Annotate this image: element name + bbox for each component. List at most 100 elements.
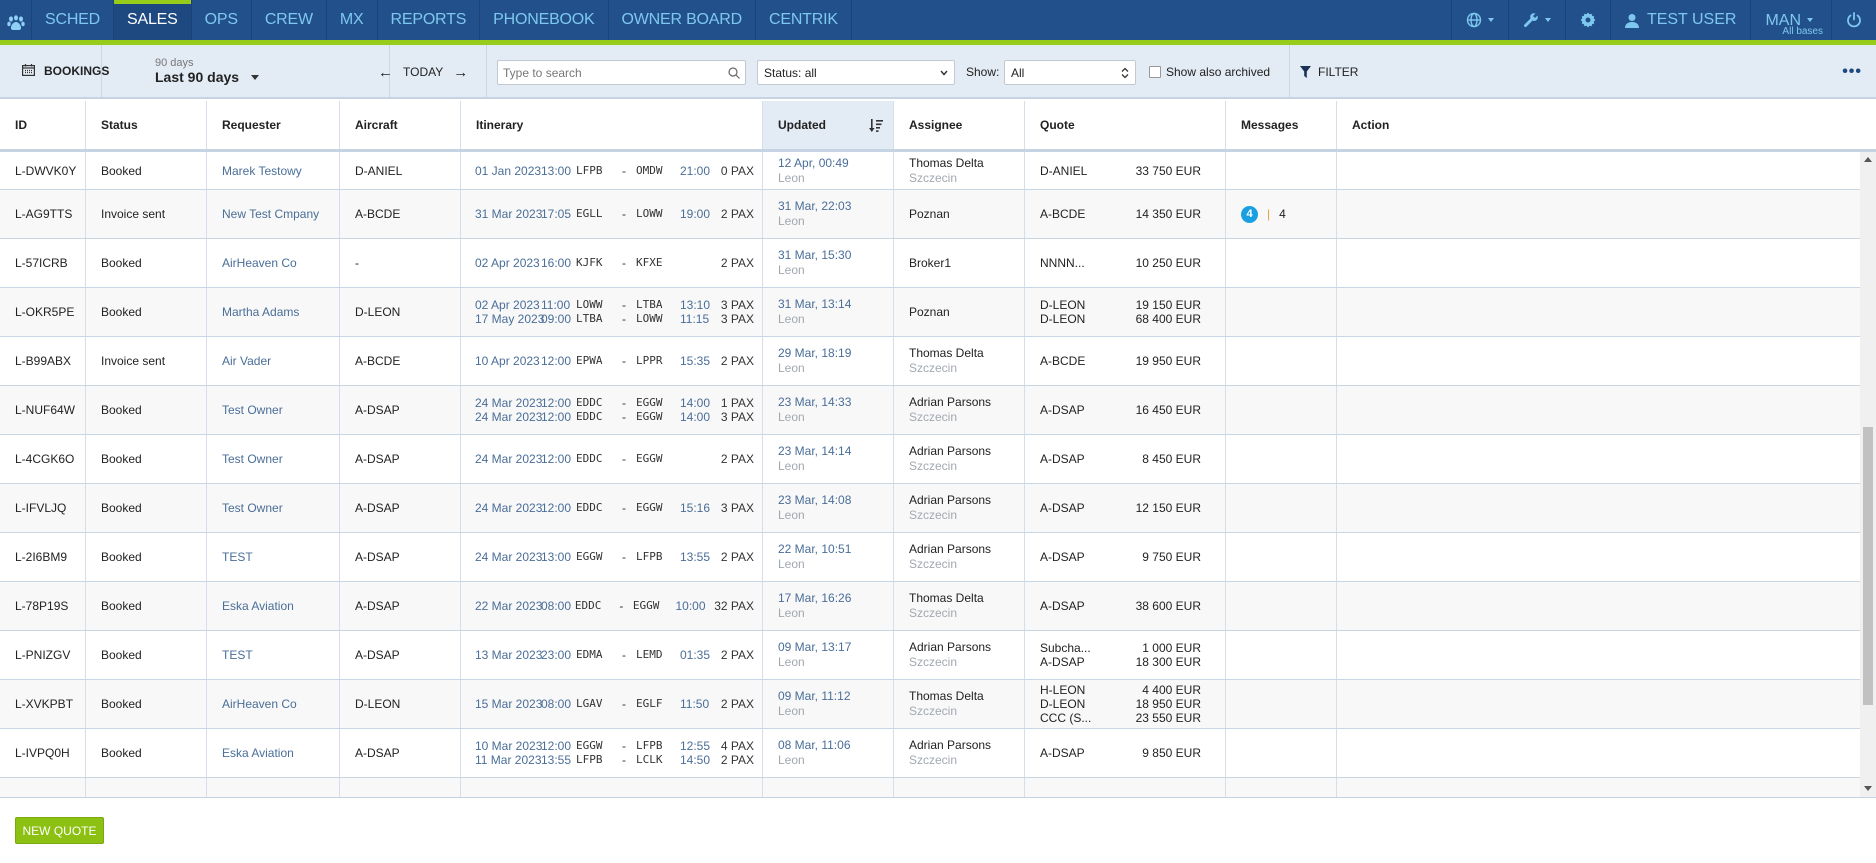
today-button[interactable]: TODAY (403, 65, 443, 79)
table-row[interactable]: L-78P19S Booked Eska Aviation A-DSAP 22 Mar … (0, 582, 1860, 631)
quote[interactable]: D-ANIEL 33 750 EUR (1025, 152, 1226, 189)
quote[interactable]: A-DSAP 9 750 EUR (1025, 533, 1226, 581)
table-row[interactable]: L-IFVLJQ Booked Test Owner A-DSAP 24 Mar 202… (0, 484, 1860, 533)
requester-link[interactable]: Martha Adams (207, 288, 340, 336)
table-row[interactable]: L-2I6BM9 Booked TEST A-DSAP 24 Mar 2023 13:00… (0, 533, 1860, 582)
table-row[interactable]: L-IVPQ0H Booked Eska Aviation A-DSAP 10 Mar … (0, 729, 1860, 778)
requester-link[interactable]: Marek Testowy (207, 152, 340, 189)
language-menu[interactable] (1450, 0, 1508, 40)
table-row[interactable]: L-DWVK0Y Booked Marek Testowy D-ANIEL 01 Jan… (0, 152, 1860, 190)
requester-link[interactable]: Test Owner (207, 386, 340, 434)
scroll-down-arrow-icon[interactable] (1864, 786, 1872, 791)
column-header-messages[interactable]: Messages (1226, 101, 1337, 149)
new-quote-button[interactable]: NEW QUOTE (15, 817, 104, 844)
quote[interactable]: A-BCDE 19 950 EUR (1025, 337, 1226, 385)
aircraft: D-ANIEL (340, 152, 461, 189)
column-header-quote[interactable]: Quote (1025, 101, 1226, 149)
table-row[interactable]: L-AG9TTS Invoice sent New Test Cmpany A-BCD… (0, 190, 1860, 239)
messages[interactable]: 4 | 4 (1226, 190, 1337, 238)
tools-menu[interactable] (1507, 0, 1565, 40)
quote[interactable]: H-LEON 4 400 EUR D-LEON 18 950 EUR CCC (S...… (1025, 680, 1226, 728)
nav-item-mx[interactable]: MX (327, 0, 378, 40)
requester-link[interactable]: Test Owner (207, 435, 340, 483)
period-selector[interactable]: 90 days Last 90 days (102, 45, 390, 97)
quote[interactable]: A-DSAP23 400 PLN (1025, 778, 1226, 797)
search-input[interactable] (503, 65, 728, 80)
settings-button[interactable] (1564, 0, 1610, 40)
messages[interactable] (1226, 582, 1337, 630)
messages[interactable] (1226, 435, 1337, 483)
messages[interactable] (1226, 729, 1337, 777)
messages[interactable] (1226, 386, 1337, 434)
requester-link[interactable]: TEST (207, 533, 340, 581)
column-header-aircraft[interactable]: Aircraft (340, 101, 461, 149)
nav-item-sched[interactable]: SCHED (32, 0, 115, 40)
requester-link[interactable]: Air Vader (207, 337, 340, 385)
vertical-scrollbar[interactable] (1860, 152, 1876, 797)
more-options-button[interactable]: ••• (1842, 45, 1862, 99)
nav-item-ops[interactable]: OPS (192, 0, 252, 40)
show-select[interactable]: All (1004, 60, 1136, 85)
quote[interactable]: A-DSAP 9 850 EUR (1025, 729, 1226, 777)
arrow-right-icon[interactable]: → (453, 64, 468, 81)
requester-link[interactable]: AirHeaven Co (207, 239, 340, 287)
nav-item-sales[interactable]: SALES (114, 0, 192, 40)
filter-button[interactable]: FILTER (1300, 45, 1358, 99)
requester-link[interactable]: Eska Aviation (207, 729, 340, 777)
table-row[interactable]: L-NUF64W Booked Test Owner A-DSAP 24 Mar 202… (0, 386, 1860, 435)
quote[interactable]: Subcha... 1 000 EUR A-DSAP 18 300 EUR (1025, 631, 1226, 679)
requester-link[interactable]: Test Owner (207, 484, 340, 532)
user-menu[interactable]: TEST USER (1609, 0, 1751, 40)
home-logo[interactable] (0, 0, 32, 45)
nav-item-owner-board[interactable]: OWNER BOARD (609, 0, 756, 40)
messages[interactable] (1226, 484, 1337, 532)
table-row[interactable]: L-B99ABX Invoice sent Air Vader A-BCDE 10 Ap… (0, 337, 1860, 386)
table-row[interactable]: L-XVKPBT Booked AirHeaven Co D-LEON 15 Mar 2… (0, 680, 1860, 729)
table-row[interactable]: 12 Mar 202308:00EPWA-EGGW10:453 PAX07 Ma… (0, 778, 1860, 797)
messages[interactable] (1226, 337, 1337, 385)
search-box[interactable] (497, 60, 746, 85)
messages[interactable] (1226, 152, 1337, 189)
column-header-updated[interactable]: Updated (763, 101, 894, 149)
quote[interactable]: A-DSAP 12 150 EUR (1025, 484, 1226, 532)
column-header-itinerary[interactable]: Itinerary (461, 101, 763, 149)
requester-link[interactable]: AirHeaven Co (207, 680, 340, 728)
table-row[interactable]: L-4CGK6O Booked Test Owner A-DSAP 24 Mar 202… (0, 435, 1860, 484)
messages[interactable] (1226, 533, 1337, 581)
nav-item-reports[interactable]: REPORTS (378, 0, 481, 40)
requester-link[interactable] (207, 778, 340, 797)
column-header-id[interactable]: ID (0, 101, 86, 149)
requester-link[interactable]: TEST (207, 631, 340, 679)
requester-link[interactable]: New Test Cmpany (207, 190, 340, 238)
table-row[interactable]: L-OKR5PE Booked Martha Adams D-LEON 02 Apr 2… (0, 288, 1860, 337)
quote[interactable]: D-LEON 19 150 EUR D-LEON 68 400 EUR (1025, 288, 1226, 336)
quote[interactable]: A-DSAP 38 600 EUR (1025, 582, 1226, 630)
table-row[interactable]: L-57ICRB Booked AirHeaven Co -02 Apr 2023 16… (0, 239, 1860, 288)
nav-item-crew[interactable]: CREW (252, 0, 327, 40)
column-header-assignee[interactable]: Assignee (894, 101, 1025, 149)
messages[interactable] (1226, 631, 1337, 679)
logout-button[interactable] (1831, 0, 1876, 40)
requester-link[interactable]: Eska Aviation (207, 582, 340, 630)
messages[interactable] (1226, 778, 1337, 797)
quote[interactable]: A-BCDE 14 350 EUR (1025, 190, 1226, 238)
scrollbar-thumb[interactable] (1863, 427, 1873, 705)
messages[interactable] (1226, 288, 1337, 336)
quote[interactable]: A-DSAP 8 450 EUR (1025, 435, 1226, 483)
quote[interactable]: NNNN... 10 250 EUR (1025, 239, 1226, 287)
table-row[interactable]: L-PNIZGV Booked TEST A-DSAP 13 Mar 2023 23:00… (0, 631, 1860, 680)
messages[interactable] (1226, 680, 1337, 728)
nav-item-centrik[interactable]: CENTRIK (756, 0, 852, 40)
column-header-status[interactable]: Status (86, 101, 207, 149)
scroll-up-arrow-icon[interactable] (1864, 157, 1872, 162)
unread-messages-badge[interactable]: 4 (1241, 205, 1258, 223)
show-archived-toggle[interactable]: Show also archived (1149, 45, 1270, 99)
arrow-left-icon[interactable]: ← (378, 64, 393, 81)
messages[interactable] (1226, 239, 1337, 287)
quote[interactable]: A-DSAP 16 450 EUR (1025, 386, 1226, 434)
show-archived-checkbox[interactable] (1149, 66, 1161, 78)
column-header-requester[interactable]: Requester (207, 101, 340, 149)
status-select[interactable]: Status: all (757, 60, 955, 85)
operator-menu[interactable]: MAN All bases (1750, 0, 1831, 40)
nav-item-phonebook[interactable]: PHONEBOOK (480, 0, 609, 40)
